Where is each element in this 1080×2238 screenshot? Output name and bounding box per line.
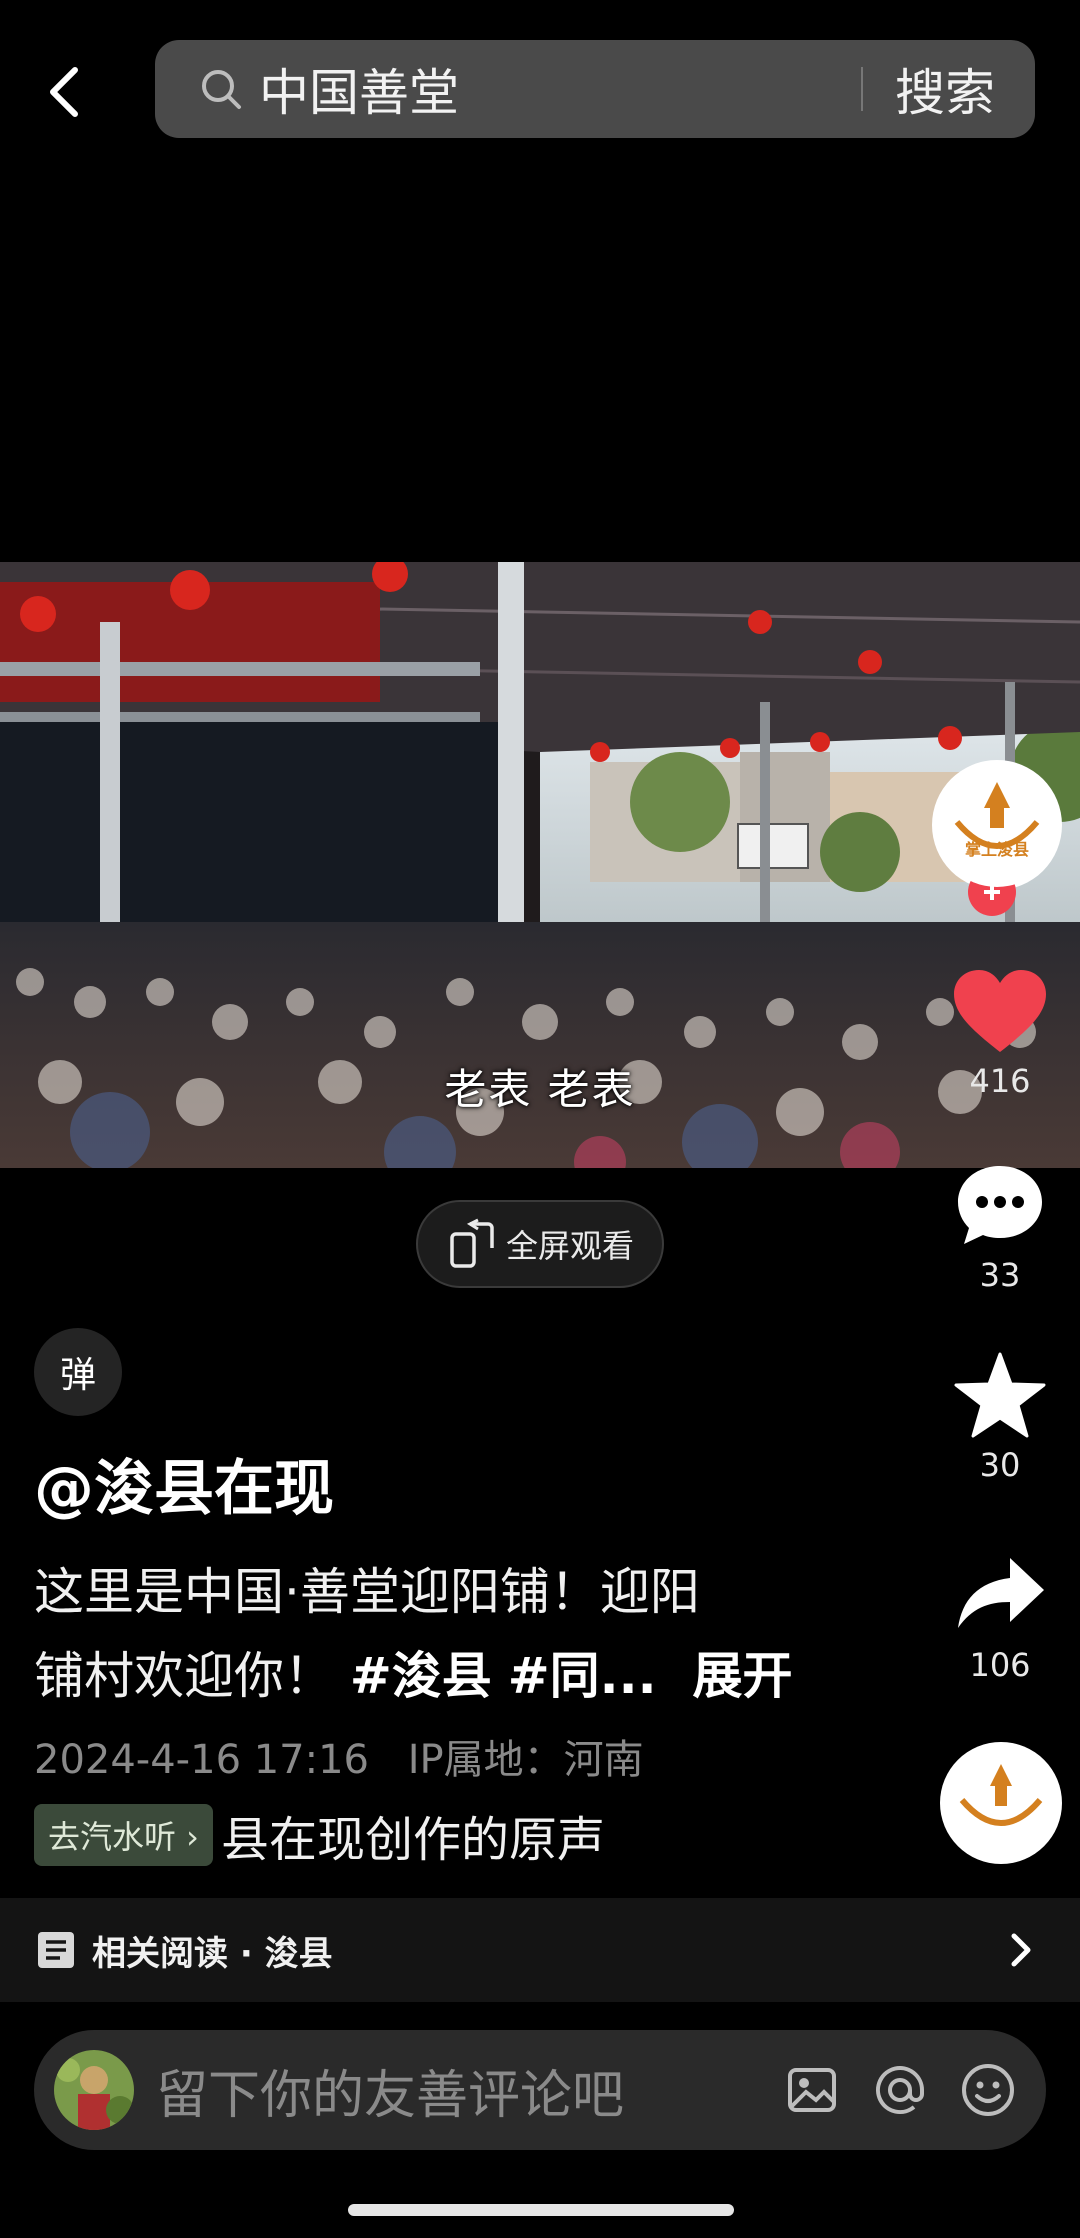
related-reading[interactable]: 相关阅读 · 浚县: [0, 1898, 1080, 2002]
comment-input[interactable]: 留下你的友善评论吧: [156, 2053, 782, 2128]
fullscreen-icon: [450, 1218, 494, 1268]
home-indicator[interactable]: [348, 2204, 734, 2216]
back-button[interactable]: [30, 52, 100, 132]
like-count: 416: [969, 1062, 1031, 1100]
comment-input-bar[interactable]: 留下你的友善评论吧: [34, 2030, 1046, 2150]
music-tag[interactable]: 去汽水听 ›: [34, 1804, 213, 1866]
share-count: 106: [969, 1646, 1031, 1684]
plus-icon: [984, 884, 1000, 900]
search-input[interactable]: 中国善堂: [259, 53, 861, 125]
account-logo: 掌上浚县: [932, 760, 1062, 890]
share-button[interactable]: 106: [940, 1552, 1060, 1684]
image-icon[interactable]: [782, 2060, 842, 2120]
star-icon: [954, 1352, 1046, 1438]
user-avatar: [54, 2050, 134, 2130]
back-arrow-icon: [50, 67, 78, 117]
hashtag[interactable]: #浚县: [350, 1647, 492, 1705]
author-name[interactable]: @浚县在现: [34, 1440, 334, 1527]
post-meta: 2024-4-16 17:16 IP属地：河南: [34, 1727, 644, 1785]
fullscreen-button[interactable]: 全屏观看: [416, 1200, 664, 1288]
music-row[interactable]: 去汽水听 › 县在现创作的原声: [34, 1800, 661, 1870]
list-icon: [38, 1932, 74, 1968]
expand-button[interactable]: 展开: [693, 1647, 793, 1705]
comment-icon: [958, 1166, 1042, 1244]
like-button[interactable]: 416: [940, 968, 1060, 1100]
description-line-2: 铺村欢迎你！ #浚县 #同... 展开: [34, 1634, 814, 1718]
emoji-icon[interactable]: [958, 2060, 1018, 2120]
hashtag[interactable]: #同...: [508, 1647, 657, 1705]
music-disc-logo: [940, 1742, 1062, 1864]
danmaku-toggle[interactable]: 弹: [34, 1328, 122, 1416]
post-date: 2024-4-16 17:16: [34, 1737, 369, 1783]
fullscreen-label: 全屏观看: [505, 1227, 634, 1265]
chevron-right-icon: [1011, 1933, 1031, 1967]
search-divider: [861, 67, 863, 111]
share-icon: [958, 1558, 1044, 1628]
at-icon[interactable]: [870, 2060, 930, 2120]
favorite-button[interactable]: 30: [940, 1352, 1060, 1484]
post-description: 这里是中国·善堂迎阳铺！迎阳 铺村欢迎你！ #浚县 #同... 展开: [34, 1550, 814, 1718]
description-line-1: 这里是中国·善堂迎阳铺！迎阳: [34, 1563, 700, 1621]
related-label: 相关阅读 · 浚县: [92, 1933, 333, 1974]
favorite-count: 30: [979, 1446, 1021, 1484]
comment-count: 33: [979, 1256, 1021, 1294]
search-button[interactable]: 搜索: [895, 53, 995, 125]
search-icon: [191, 59, 251, 119]
search-bar[interactable]: 中国善堂 搜索: [155, 40, 1035, 138]
music-text: 县在现创作的原声: [220, 1812, 605, 1868]
description-text: 铺村欢迎你！: [34, 1647, 334, 1705]
account-badge-text: 掌上浚县: [965, 840, 1029, 859]
danmaku-label: 弹: [59, 1355, 96, 1396]
video-subtitle: 老表 老表: [444, 1065, 636, 1114]
heart-icon: [954, 970, 1046, 1052]
music-disc[interactable]: [940, 1742, 1062, 1864]
account-avatar[interactable]: 掌上浚县: [932, 760, 1062, 916]
ip-location: IP属地：河南: [407, 1737, 644, 1783]
comment-button[interactable]: 33: [940, 1162, 1060, 1294]
